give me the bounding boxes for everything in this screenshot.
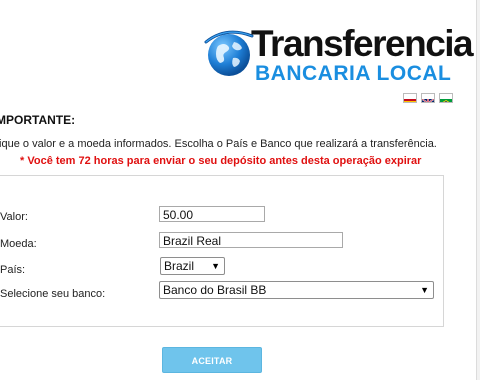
globe-icon [204,30,254,76]
pais-select[interactable]: Brazil ▼ [160,257,225,275]
valor-field[interactable]: 50.00 [159,206,265,222]
language-selector [403,93,453,103]
moeda-field[interactable]: Brazil Real [159,232,343,248]
logo-title: Transferencia [251,23,474,64]
brand-logo: Transferencia BANCARIA LOCAL [198,20,474,92]
pais-label: País: [0,264,26,276]
banco-label: Selecione seu banco: [0,288,106,300]
chevron-down-icon: ▼ [420,285,429,295]
expiry-warning: * Você tem 72 horas para enviar o seu de… [20,155,422,167]
pais-selected-value: Brazil [164,259,195,273]
accept-button[interactable]: ACEITAR [162,347,262,373]
flag-spain-icon[interactable] [403,93,417,103]
logo-subtitle: BANCARIA LOCAL [255,62,452,85]
instructions-text: fique o valor e a moeda informados. Esco… [0,138,437,150]
valor-label: Valor: [0,211,28,223]
important-heading: MPORTANTE: [0,113,76,127]
flag-uk-icon[interactable] [421,93,435,103]
banco-select[interactable]: Banco do Brasil BB ▼ [159,281,434,299]
chevron-down-icon: ▼ [211,261,220,271]
banco-selected-value: Banco do Brasil BB [163,283,267,297]
moeda-label: Moeda: [0,238,37,250]
flag-brazil-icon[interactable] [439,93,453,103]
transfer-form [0,175,444,327]
